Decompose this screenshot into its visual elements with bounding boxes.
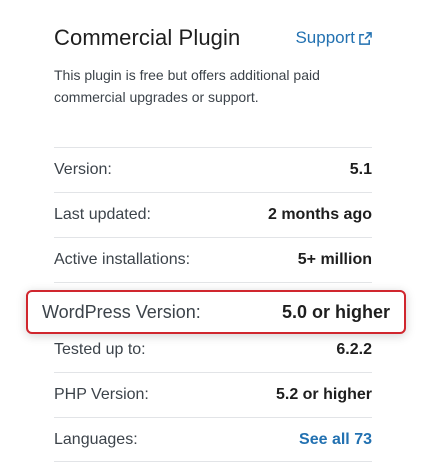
detail-value: 2 months ago [267,206,372,223]
detail-row-active-installations: Active installations: 5+ million [54,237,372,282]
detail-label: Active installations: [54,251,191,268]
support-link[interactable]: Support [295,28,372,48]
plugin-description: This plugin is free but offers additiona… [54,67,320,105]
detail-label: WordPress Version: [42,301,201,322]
detail-label: Last updated: [54,206,151,223]
support-link-label: Support [295,28,355,47]
detail-label: PHP Version: [54,386,149,403]
detail-row-languages: Languages: See all 73 [54,417,372,462]
detail-row-version: Version: 5.1 [54,147,372,192]
detail-value: 5+ million [297,251,372,268]
card-header: Commercial Plugin Support [54,22,372,54]
plugin-meta-card: Commercial Plugin Support This plugin is… [0,0,442,468]
detail-row-last-updated: Last updated: 2 months ago [54,192,372,237]
detail-row-php-version: PHP Version: 5.2 or higher [54,372,372,417]
highlighted-wordpress-version-row: WordPress Version: 5.0 or higher [26,290,406,334]
see-all-languages-link[interactable]: See all 73 [299,431,372,449]
card-title: Commercial Plugin [54,25,241,50]
detail-value: 5.1 [349,161,372,178]
detail-value: 5.0 or higher [281,301,390,322]
detail-value: 5.2 or higher [275,386,372,403]
detail-value: 6.2.2 [336,341,372,358]
detail-label: Version: [54,161,112,178]
detail-label: Tested up to: [54,341,146,358]
external-link-icon [359,31,372,45]
detail-label: Languages: [54,430,138,448]
